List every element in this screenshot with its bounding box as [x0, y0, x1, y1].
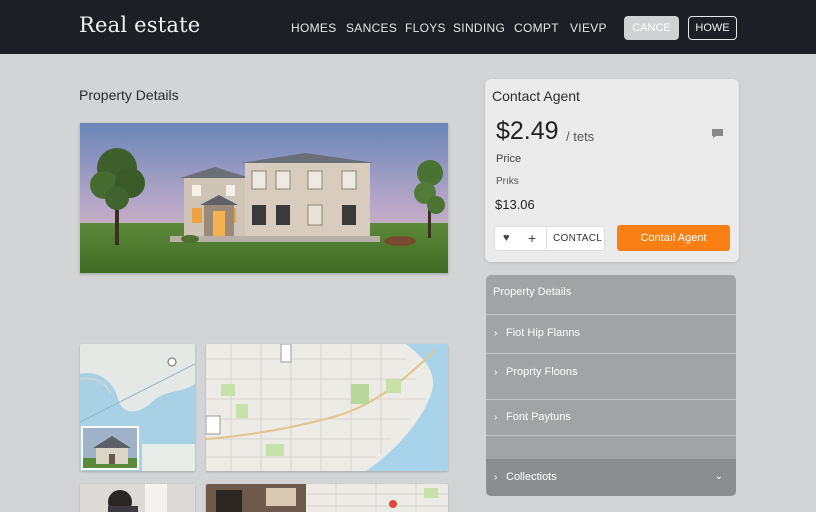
message-icon[interactable]	[711, 126, 724, 138]
accordion-item-paytuns[interactable]: › Font Paytuns	[494, 411, 571, 423]
accordion-divider	[486, 399, 736, 400]
street-map-illustration	[206, 344, 448, 471]
agent-photo	[80, 484, 195, 512]
chevron-right-icon: ›	[494, 472, 498, 483]
accordion-item-label: Fiot Hip Flanns	[506, 327, 580, 339]
accordion-divider	[486, 353, 736, 354]
action-divider	[546, 227, 547, 250]
property-details-accordion: Property Details › Fiot Hip Flanns › Propr…	[486, 275, 736, 496]
accordion-item-collectiots[interactable]: › Collectiots ⌄	[486, 459, 736, 496]
accordion-title: Property Details	[493, 286, 572, 298]
nav-floys[interactable]: FLOYS	[405, 21, 446, 35]
interior-map-thumbnail[interactable]	[206, 484, 448, 512]
chevron-right-icon: ›	[494, 328, 498, 339]
brand-logo[interactable]: Real estate	[79, 13, 200, 37]
accordion-item-floons[interactable]: › Proprty Floons	[494, 366, 578, 378]
price-label: Price	[496, 153, 522, 165]
price-value: $2.49	[496, 117, 559, 145]
accordion-item-label: Collectiots	[506, 471, 557, 483]
page-title: Property Details	[79, 87, 179, 103]
map-large[interactable]	[206, 344, 448, 471]
contact-agent-card: Contact Agent $2.49 / tets Price Prıks $…	[485, 79, 739, 262]
nav-sinding[interactable]: SINDING	[453, 21, 505, 35]
nav-compt[interactable]: COMPT	[514, 21, 559, 35]
cancel-button[interactable]: CANCE	[624, 16, 679, 40]
accordion-item-label: Font Paytuns	[506, 411, 571, 423]
nav-vievp[interactable]: VIEVP	[570, 21, 607, 35]
price-unit: / tets	[566, 129, 595, 144]
contact-link[interactable]: CONTACL	[553, 233, 602, 244]
house-thumbnail[interactable]	[81, 426, 139, 470]
interior-map-image	[206, 484, 448, 512]
contact-agent-button[interactable]: Contaıl Agent	[617, 225, 730, 251]
accordion-divider	[486, 314, 736, 315]
message-icon-glyph	[712, 129, 723, 138]
house-illustration	[80, 123, 448, 273]
contact-card-title: Contact Agent	[492, 88, 580, 104]
chevron-down-icon[interactable]: ⌄	[715, 471, 723, 482]
accordion-item-flanns[interactable]: › Fiot Hip Flanns	[494, 327, 580, 339]
house-thumbnail-image	[83, 428, 137, 468]
home-button[interactable]: HOWE	[688, 16, 737, 40]
chevron-right-icon: ›	[494, 367, 498, 378]
heart-icon[interactable]: ♥	[503, 232, 510, 244]
chevron-right-icon: ›	[494, 412, 498, 423]
plus-icon[interactable]: +	[528, 230, 536, 246]
agent-photo-thumbnail[interactable]	[80, 484, 195, 512]
map-thumbnail-small[interactable]	[80, 344, 195, 471]
quick-actions-group: ♥ + CONTACL	[494, 226, 605, 251]
amount-value: $13.06	[495, 197, 535, 212]
secondary-label: Prıks	[496, 176, 519, 187]
accordion-divider	[486, 435, 736, 436]
top-navbar: Real estate HOMES SANCES FLOYS SINDING C…	[0, 0, 816, 54]
nav-sances[interactable]: SANCES	[346, 21, 397, 35]
accordion-item-label: Proprty Floons	[506, 366, 578, 378]
hero-property-photo[interactable]	[80, 123, 448, 273]
nav-homes[interactable]: HOMES	[291, 21, 337, 35]
